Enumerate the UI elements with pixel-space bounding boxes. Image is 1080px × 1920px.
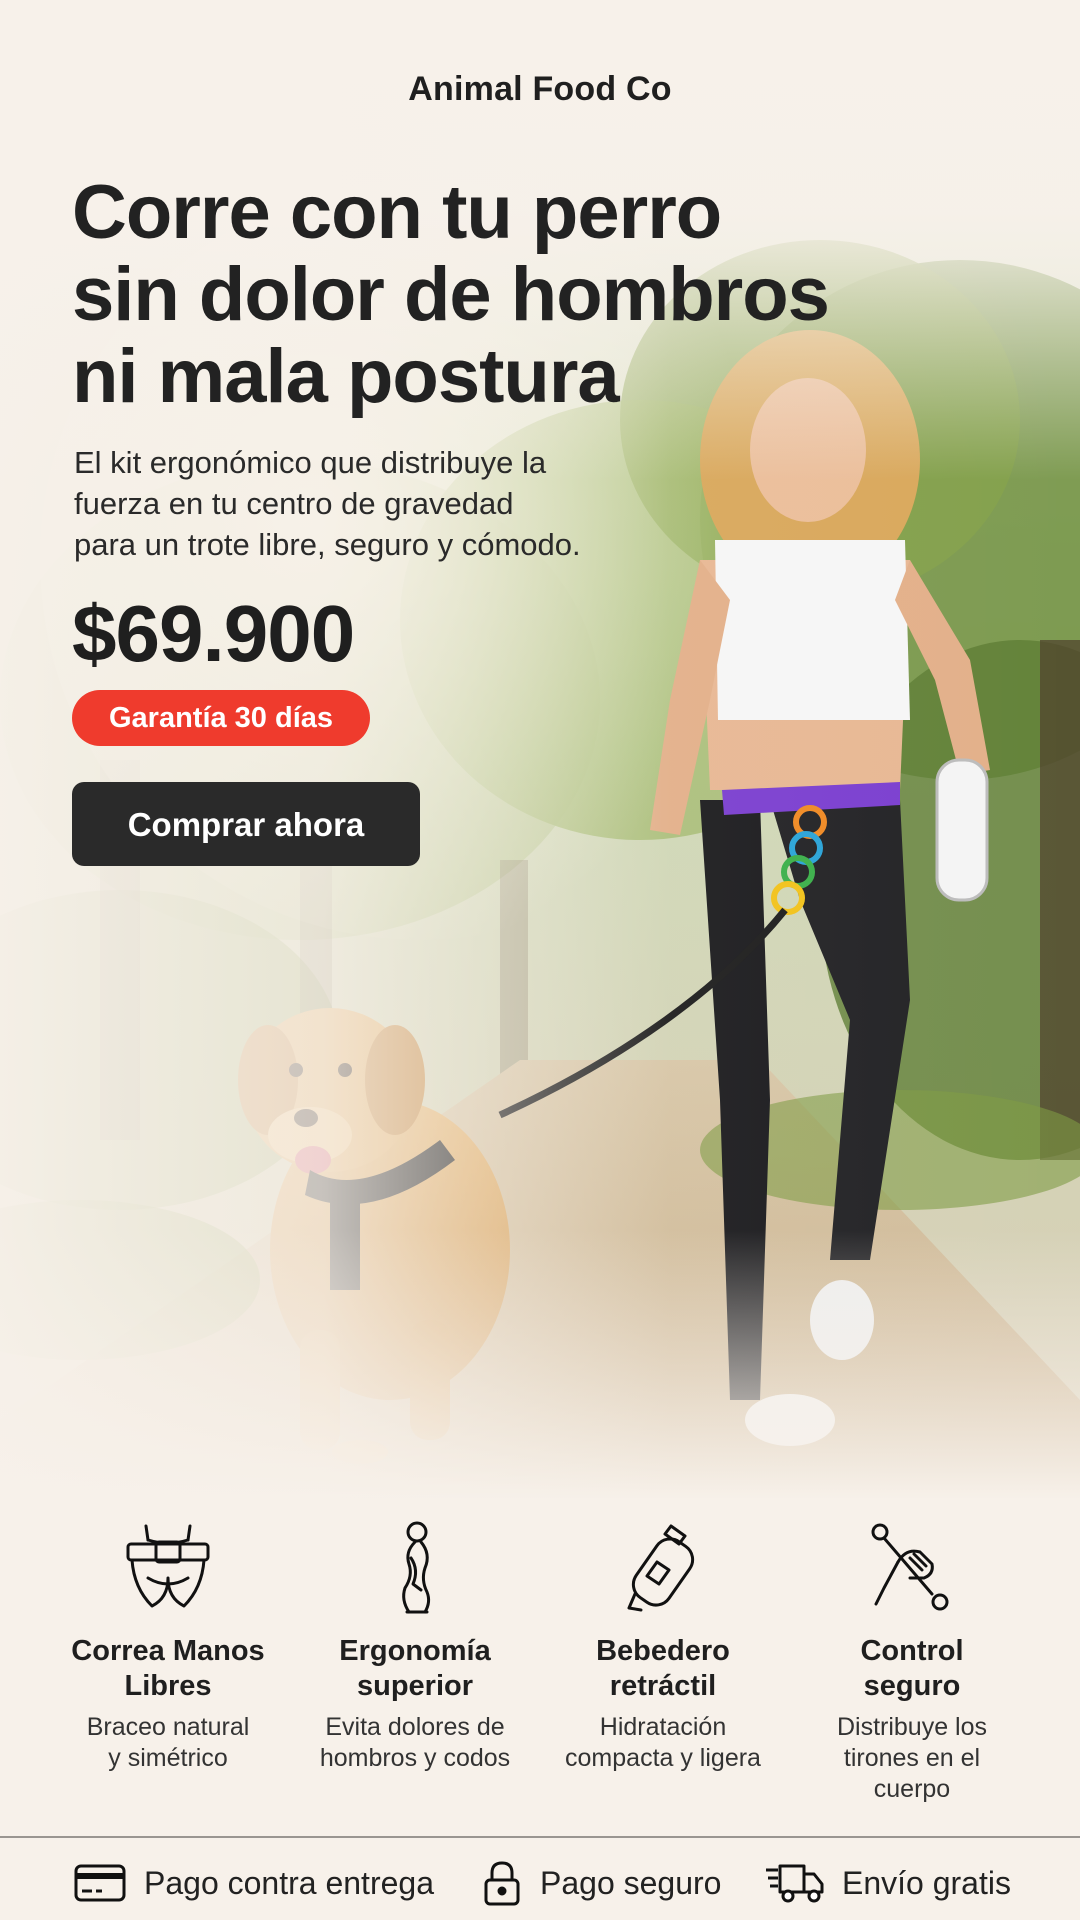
padlock-icon [484, 1861, 520, 1906]
price: $69.900 [72, 589, 355, 678]
features-row: Correa Manos Libres Braceo natural y sim… [0, 1518, 1080, 1818]
brand-name[interactable]: Animal Food Co [0, 70, 1080, 109]
headline-line: Corre con tu perro [72, 170, 722, 255]
subhead-line: fuerza en tu centro de gravedad [74, 486, 514, 521]
feature-water-bottle: Bebedero retráctil Hidratación compacta … [538, 1518, 788, 1774]
water-bottle-icon [627, 1524, 695, 1612]
hero-subheadline: El kit ergonómico que distribuye la fuer… [74, 442, 694, 565]
feature-description: Distribuye los tirones en el cuerpo [787, 1712, 1037, 1805]
feature-description: Hidratación compacta y ligera [538, 1712, 788, 1774]
feature-desc-line: y simétrico [108, 1744, 228, 1772]
feature-title-line: Bebedero [596, 1635, 730, 1667]
feature-desc-line: hombros y codos [319, 1744, 511, 1772]
feature-description: Evita dolores de hombros y codos [290, 1712, 540, 1774]
feature-title: Ergonomía superior [290, 1634, 540, 1704]
trust-label: Pago contra entrega [144, 1864, 434, 1901]
landing-page: Animal Food Co Corre con tu perro sin do… [0, 0, 1080, 1920]
subhead-line: para un trote libre, seguro y cómodo. [74, 527, 581, 562]
posture-body-icon [402, 1521, 431, 1614]
hand-wrench-icon [871, 1523, 949, 1611]
trust-free-shipping: Envío gratis [764, 1860, 1011, 1906]
feature-description: Braceo natural y simétrico [43, 1712, 293, 1774]
buy-now-button[interactable]: Comprar ahora [72, 782, 420, 866]
feature-title-line: Ergonomía [339, 1635, 491, 1667]
trust-label: Envío gratis [842, 1864, 1011, 1901]
trust-bar: Pago contra entrega Pago seguro Envío gr… [0, 1838, 1080, 1920]
trust-secure-payment: Pago seguro [482, 1860, 721, 1906]
feature-title-line: seguro [863, 1670, 961, 1702]
delivery-truck-icon [766, 1864, 824, 1903]
feature-safe-control: Control seguro Distribuye los tirones en… [787, 1518, 1037, 1805]
feature-desc-line: Braceo natural [86, 1713, 250, 1741]
hero-headline: Corre con tu perro sin dolor de hombros … [72, 172, 972, 418]
feature-desc-line: Hidratación [599, 1713, 727, 1741]
feature-desc-line: Distribuye los [836, 1713, 988, 1741]
credit-card-icon [74, 1864, 126, 1902]
trust-cash-on-delivery: Pago contra entrega [74, 1860, 434, 1906]
hands-free-belt-icon [126, 1524, 210, 1608]
feature-desc-line: compacta y ligera [565, 1744, 761, 1772]
guarantee-badge: Garantía 30 días [72, 690, 370, 746]
headline-line: sin dolor de hombros [72, 252, 830, 337]
feature-ergonomics: Ergonomía superior Evita dolores de homb… [290, 1518, 540, 1774]
feature-title-line: Libres [124, 1670, 212, 1702]
feature-title-line: Control [860, 1635, 964, 1667]
trust-label: Pago seguro [540, 1864, 722, 1901]
feature-title: Control seguro [787, 1634, 1037, 1704]
feature-title-line: superior [356, 1670, 474, 1702]
subhead-line: El kit ergonómico que distribuye la [74, 445, 547, 480]
feature-desc-line: cuerpo [873, 1775, 951, 1803]
feature-title-line: Correa Manos [71, 1635, 265, 1667]
feature-hands-free: Correa Manos Libres Braceo natural y sim… [43, 1518, 293, 1774]
feature-title: Bebedero retráctil [538, 1634, 788, 1704]
feature-title-line: retráctil [609, 1670, 717, 1702]
feature-title: Correa Manos Libres [43, 1634, 293, 1704]
headline-line: ni mala postura [72, 334, 620, 419]
feature-desc-line: Evita dolores de [325, 1713, 505, 1741]
feature-desc-line: tirones en el [843, 1744, 981, 1772]
